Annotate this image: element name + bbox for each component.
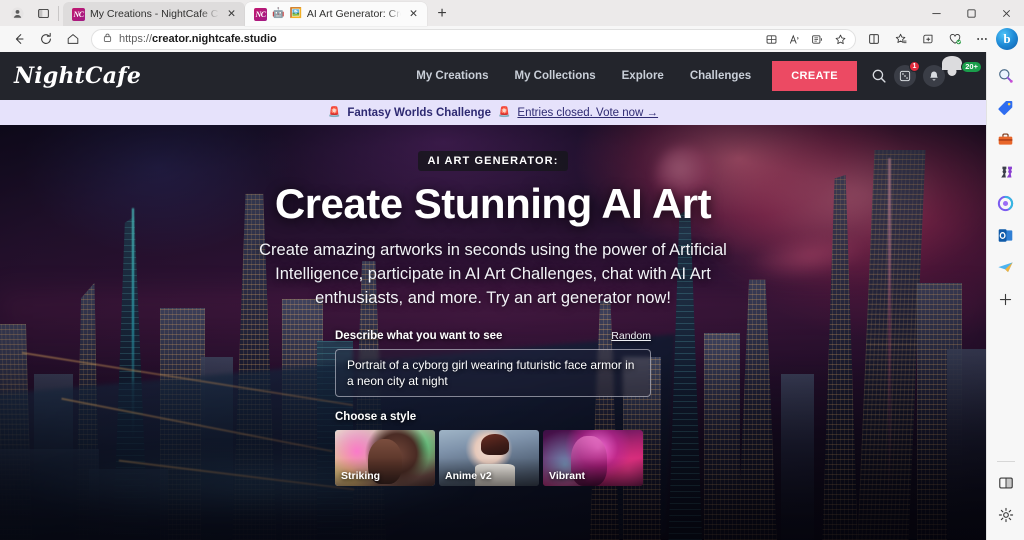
tab-actions-icon[interactable] xyxy=(30,2,56,24)
browser-window: NC My Creations - NightCafe Creato ✕ NC … xyxy=(0,0,1024,540)
challenge-vote-link[interactable]: Entries closed. Vote now → xyxy=(517,107,658,119)
style-name: Striking xyxy=(341,470,381,483)
shopping-tag-icon[interactable] xyxy=(991,92,1021,122)
maximize-button[interactable] xyxy=(954,0,989,26)
refresh-button-icon[interactable] xyxy=(33,28,59,50)
home-button-icon[interactable] xyxy=(60,28,86,50)
chat-badge: 1 xyxy=(909,61,920,72)
prompt-form: Describe what you want to see Random Por… xyxy=(335,330,651,487)
page-viewport: NightCafe My Creations My Collections Ex… xyxy=(0,52,986,540)
browser-essentials-icon[interactable] xyxy=(861,28,887,50)
add-to-collection-icon[interactable] xyxy=(915,28,941,50)
nightcafe-favicon: NC xyxy=(72,7,85,21)
create-button[interactable]: CREATE xyxy=(772,61,857,91)
site-header: NightCafe My Creations My Collections Ex… xyxy=(0,52,986,100)
tab-my-creations[interactable]: NC My Creations - NightCafe Creato ✕ xyxy=(63,2,245,26)
tab-title: AI Art Generator: Create S xyxy=(306,8,401,20)
profile-avatar-icon[interactable] xyxy=(4,2,30,24)
tools-toolbox-icon[interactable] xyxy=(991,124,1021,154)
nav-item-explore[interactable]: Explore xyxy=(609,70,677,82)
shopping-icon[interactable] xyxy=(942,28,968,50)
tab-close-icon[interactable]: ✕ xyxy=(224,7,239,22)
prompt-label: Describe what you want to see xyxy=(335,330,503,343)
avatar[interactable]: 20+ xyxy=(952,61,982,88)
address-bar-actions xyxy=(760,30,851,49)
search-icon[interactable] xyxy=(871,68,887,84)
tab-ai-art-generator[interactable]: NC 🤖 🖼️ AI Art Generator: Create S ✕ xyxy=(245,2,427,26)
prompt-label-row: Describe what you want to see Random xyxy=(335,330,651,342)
hero-content: AI ART GENERATOR: Create Stunning AI Art… xyxy=(0,125,986,487)
header-icon-group: 1 20+ xyxy=(857,61,986,88)
nightcafe-favicon: NC xyxy=(254,7,267,21)
toolbar-divider xyxy=(58,6,59,21)
nav-item-challenges[interactable]: Challenges xyxy=(677,70,764,82)
nav-item-my-creations[interactable]: My Creations xyxy=(403,70,501,82)
hero-section: AI ART GENERATOR: Create Stunning AI Art… xyxy=(0,125,986,540)
send-plane-icon[interactable] xyxy=(991,252,1021,282)
main-navigation: My Creations My Collections Explore Chal… xyxy=(403,61,857,91)
style-card-vibrant[interactable]: Vibrant xyxy=(543,430,643,487)
page-title: Create Stunning AI Art xyxy=(274,180,712,227)
sidebar-settings-icon[interactable] xyxy=(991,500,1021,530)
outlook-icon[interactable] xyxy=(991,220,1021,250)
split-pane-icon[interactable] xyxy=(991,468,1021,498)
prompt-input[interactable]: Portrait of a cyborg girl wearing futuri… xyxy=(335,349,651,398)
style-card-anime-v2[interactable]: Anime v2 xyxy=(439,430,539,487)
avatar-credits-badge: 20+ xyxy=(961,61,982,73)
read-aloud-icon[interactable] xyxy=(783,30,805,49)
favorite-star-icon[interactable] xyxy=(829,30,851,49)
new-tab-button[interactable]: + xyxy=(429,2,455,26)
browser-toolbar: https://creator.nightcafe.studio b xyxy=(0,26,1024,52)
challenge-title: Fantasy Worlds Challenge xyxy=(347,106,491,119)
tab-title: My Creations - NightCafe Creato xyxy=(90,8,219,20)
style-picker: Striking Anime v2 Vibrant xyxy=(335,430,651,487)
close-button[interactable] xyxy=(989,0,1024,26)
hero-subheading: Create amazing artworks in seconds using… xyxy=(259,241,727,307)
sidebar-divider xyxy=(996,461,1015,462)
immersive-reader-icon[interactable] xyxy=(806,30,828,49)
robot-emoji-icon: 🤖 xyxy=(272,8,285,19)
address-bar[interactable]: https://creator.nightcafe.studio xyxy=(91,28,856,50)
sidebar-search-icon[interactable] xyxy=(991,60,1021,90)
chat-dice-icon[interactable]: 1 xyxy=(894,61,920,87)
copilot-bing-button[interactable]: b xyxy=(996,28,1018,50)
games-icon[interactable] xyxy=(991,156,1021,186)
back-button-icon[interactable] xyxy=(6,28,32,50)
minimize-button[interactable] xyxy=(919,0,954,26)
tab-close-icon[interactable]: ✕ xyxy=(406,7,421,22)
random-prompt-link[interactable]: Random xyxy=(611,330,651,342)
more-options-icon[interactable] xyxy=(969,28,995,50)
split-screen-icon[interactable] xyxy=(760,30,782,49)
collections-icon[interactable] xyxy=(888,28,914,50)
style-label: Choose a style xyxy=(335,411,417,424)
window-controls xyxy=(919,0,1024,26)
style-card-striking[interactable]: Striking xyxy=(335,430,435,487)
challenge-banner: 🚨 Fantasy Worlds Challenge 🚨 Entries clo… xyxy=(0,100,986,125)
edge-sidebar xyxy=(986,52,1024,540)
tab-strip: NC My Creations - NightCafe Creato ✕ NC … xyxy=(0,0,1024,26)
siren-emoji-icon: 🚨 xyxy=(327,107,341,118)
picture-emoji-icon: 🖼️ xyxy=(289,8,302,19)
style-name: Vibrant xyxy=(549,470,585,483)
microsoft-365-icon[interactable] xyxy=(991,188,1021,218)
nightcafe-logo[interactable]: NightCafe xyxy=(14,63,141,89)
url-text: https://creator.nightcafe.studio xyxy=(119,33,277,45)
siren-emoji-icon: 🚨 xyxy=(497,107,511,118)
style-name: Anime v2 xyxy=(445,470,492,483)
padlock-icon xyxy=(102,30,113,48)
nav-item-my-collections[interactable]: My Collections xyxy=(501,70,608,82)
add-sidebar-app-icon[interactable] xyxy=(991,284,1021,314)
hero-eyebrow-badge: AI ART GENERATOR: xyxy=(417,151,569,171)
